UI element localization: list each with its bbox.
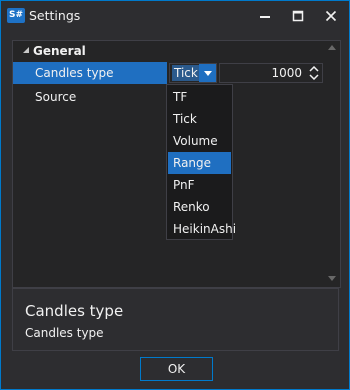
app-icon: S# [7,8,25,23]
numeric-value[interactable]: 1000 [271,66,302,80]
dropdown-option[interactable]: Tick [168,108,231,130]
title-bar[interactable]: S# Settings [1,1,349,31]
category-label: General [33,44,86,58]
property-name-cell[interactable]: Source [13,86,167,108]
property-name: Candles type [35,66,114,80]
vertical-scrollbar[interactable] [324,41,340,287]
dropdown-option[interactable]: Renko [168,196,231,218]
description-text: Candles type [25,326,104,340]
collapse-arrow-icon[interactable] [22,46,30,54]
minimize-button[interactable] [248,1,282,31]
candles-type-dropdown-list: TF Tick Volume Range PnF Renko HeikinAsh… [166,84,236,240]
close-button[interactable] [314,1,348,31]
dropdown-option[interactable]: PnF [168,174,231,196]
property-name: Source [35,90,77,104]
chevron-down-icon [203,70,212,76]
minimize-icon [260,16,270,18]
candles-numeric-updown[interactable]: 1000 [219,63,323,83]
window-title: Settings [29,8,81,23]
ok-button[interactable]: OK [140,357,213,381]
dropdown-option-highlighted[interactable]: Range [168,152,231,174]
scroll-down-icon[interactable] [328,276,336,281]
maximize-icon [292,10,304,22]
dropdown-option[interactable]: HeikinAshi [168,218,236,240]
description-panel: Candles type Candles type [12,288,339,351]
property-row-candles-type[interactable]: Candles type Tick 1000 [13,62,323,84]
combobox-value: Tick [172,65,200,81]
combobox-dropdown-button[interactable] [199,64,216,82]
dropdown-option[interactable]: Volume [168,130,231,152]
scroll-up-icon[interactable] [328,45,336,50]
dropdown-option[interactable]: TF [168,86,231,108]
property-name-cell[interactable]: Candles type [13,62,167,84]
close-icon [325,10,337,22]
candles-type-combobox[interactable]: Tick [169,63,217,83]
description-title: Candles type [25,302,124,320]
spin-arrows-icon[interactable] [309,66,319,80]
maximize-button[interactable] [281,1,315,31]
category-general[interactable]: General [13,41,323,61]
